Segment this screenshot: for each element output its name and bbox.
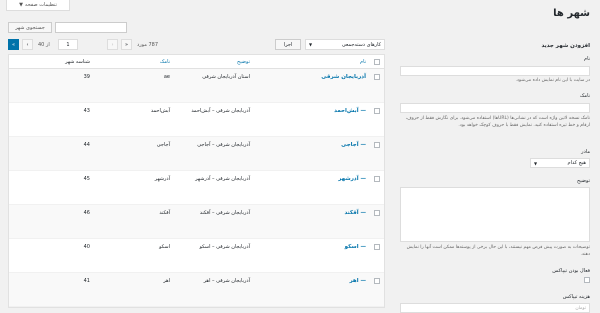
table-row: آذربایجان شرقی استان آذربایجان شرقی ae 3…	[9, 69, 384, 103]
name-description: در سایت با این نام نمایش داده می‌شود.	[515, 78, 591, 83]
col-description-header[interactable]: توضیح	[170, 59, 250, 65]
row-id: 45	[83, 176, 90, 182]
row-checkbox[interactable]	[374, 210, 380, 216]
row-checkbox[interactable]	[374, 244, 380, 250]
chevron-down-icon: ▼	[534, 160, 538, 166]
row-id: 44	[83, 142, 90, 148]
row-id: 40	[83, 244, 90, 250]
table-row: — اهر آذربایجان شرقی – اهر اهر 41	[9, 273, 384, 307]
description-textarea[interactable]	[400, 187, 590, 242]
first-page-button[interactable]: «	[121, 39, 132, 50]
name-field[interactable]	[400, 66, 590, 76]
table-header: نام توضیح نامک شناسه شهر	[9, 55, 384, 69]
screen-options-label: تنظیمات صفحه	[24, 2, 57, 8]
slug-description: نامک نسخه لاتین واژه است که در نشانی‌ها …	[405, 116, 590, 128]
table-row: — آقکند آذربایجان شرقی – آقکند آقکند 46	[9, 205, 384, 239]
row-description: آذربایجان شرقی – آذرشهر	[195, 176, 250, 182]
bulk-actions-value: کارهای دسته‌جمعی	[341, 41, 381, 48]
terms-table: نام توضیح نامک شناسه شهر آذربایجان شرقی …	[8, 54, 385, 308]
row-checkbox[interactable]	[374, 74, 380, 80]
parent-label: مادر	[581, 149, 590, 155]
tipax-cost-field[interactable]: تومان	[400, 303, 590, 313]
row-slug: آبش‌احمد	[150, 108, 170, 114]
parent-select-value: هیچ کدام	[567, 160, 586, 166]
next-page-button[interactable]: ›	[22, 39, 33, 50]
search-input[interactable]	[55, 22, 127, 33]
items-count: 787 مورد	[137, 42, 159, 48]
name-label: نام	[583, 56, 590, 62]
chevron-down-icon: ▼	[19, 2, 23, 8]
row-name-link[interactable]: — آبش‌احمد	[250, 108, 370, 114]
row-name-link[interactable]: — آذرشهر	[250, 176, 370, 182]
select-all-checkbox[interactable]	[374, 58, 380, 65]
row-checkbox-cell	[370, 108, 384, 114]
row-id: 39	[83, 74, 90, 80]
row-checkbox-cell	[370, 142, 384, 148]
bulk-actions-select[interactable]: کارهای دسته‌جمعی ▼	[305, 39, 385, 50]
row-checkbox-cell	[370, 244, 384, 250]
row-slug: اسکو	[159, 244, 170, 250]
row-checkbox[interactable]	[374, 176, 380, 182]
row-slug: ae	[163, 74, 170, 80]
screen-options-button[interactable]: تنظیمات صفحه ▼	[6, 0, 70, 11]
page-title: شهر ها	[553, 8, 590, 19]
row-name-link[interactable]: آذربایجان شرقی	[250, 74, 370, 80]
row-checkbox-cell	[370, 278, 384, 284]
table-row: — آذرشهر آذربایجان شرقی – آذرشهر آذرشهر …	[9, 171, 384, 205]
row-name-link[interactable]: — اسکو	[250, 244, 370, 250]
tipax-active-label: فعال بودن تیپاکس	[552, 268, 590, 274]
description-help: توضیحات به صورت پیش فرض مهم نیستند، با ا…	[406, 245, 590, 257]
chevron-down-icon: ▼	[309, 42, 313, 47]
row-checkbox[interactable]	[374, 278, 380, 284]
row-id: 46	[83, 210, 90, 216]
apply-button[interactable]: اجرا	[275, 39, 301, 50]
col-id-header: شناسه شهر	[65, 58, 90, 65]
description-label: توضیح	[577, 178, 590, 184]
search-button[interactable]: جستجوی شهر	[8, 22, 52, 33]
row-description: آذربایجان شرقی – آبش‌احمد	[191, 108, 250, 114]
row-description: آذربایجان شرقی – اهر	[203, 278, 250, 284]
prev-page-button[interactable]: ‹	[107, 39, 118, 50]
row-checkbox[interactable]	[374, 142, 380, 148]
row-slug: آقکند	[159, 210, 170, 216]
add-new-title: افزودن شهر جدید	[541, 43, 590, 49]
row-description: استان آذربایجان شرقی	[202, 74, 250, 80]
tipax-cost-label: هزینه تیپاکس	[562, 294, 590, 300]
row-name-link[interactable]: — اهر	[250, 278, 370, 284]
row-id: 41	[83, 278, 90, 284]
select-all-cell	[370, 58, 384, 65]
row-slug: آذرشهر	[154, 176, 170, 182]
table-row: — اسکو آذربایجان شرقی – اسکو اسکو 40	[9, 239, 384, 273]
page-number-input[interactable]: 1	[58, 39, 78, 50]
slug-field[interactable]	[400, 103, 590, 113]
row-slug: اهر	[163, 278, 170, 284]
row-name-link[interactable]: — آجاجی	[250, 142, 370, 148]
table-row: — آجاجی آذربایجان شرقی – آجاجی آجاجی 44	[9, 137, 384, 171]
row-checkbox-cell	[370, 176, 384, 182]
row-name-link[interactable]: — آقکند	[250, 210, 370, 216]
tipax-active-checkbox[interactable]	[584, 277, 590, 283]
last-page-button[interactable]: »	[8, 39, 19, 50]
slug-label: نامک	[579, 93, 590, 99]
row-checkbox[interactable]	[374, 108, 380, 114]
row-description: آذربایجان شرقی – آجاجی	[197, 142, 250, 148]
table-row: — آبش‌احمد آذربایجان شرقی – آبش‌احمد آبش…	[9, 103, 384, 137]
row-checkbox-cell	[370, 74, 384, 80]
row-checkbox-cell	[370, 210, 384, 216]
total-pages: از 40	[38, 42, 50, 48]
row-description: آذربایجان شرقی – آقکند	[199, 210, 250, 216]
row-id: 43	[83, 108, 90, 114]
row-description: آذربایجان شرقی – اسکو	[199, 244, 250, 250]
col-slug-header[interactable]: نامک	[90, 59, 170, 65]
row-slug: آجاجی	[156, 142, 170, 148]
parent-select[interactable]: هیچ کدام ▼	[530, 158, 590, 168]
col-name-header[interactable]: نام	[250, 59, 370, 65]
